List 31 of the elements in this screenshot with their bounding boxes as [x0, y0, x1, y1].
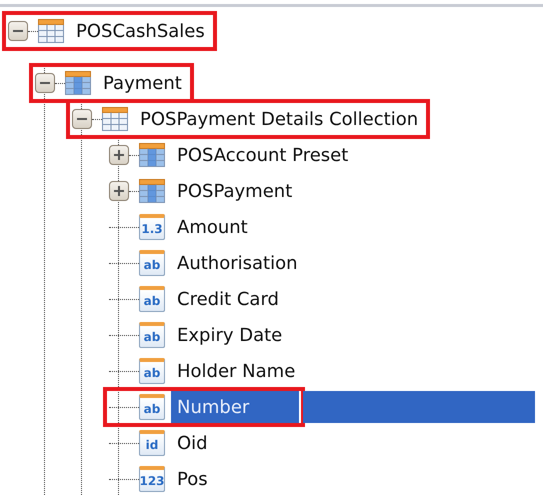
tree-item[interactable]: Expiry Date — [171, 318, 288, 352]
type-glyph: 123 — [139, 474, 165, 486]
tree-item[interactable]: Credit Card — [171, 282, 285, 316]
type-glyph: ab — [144, 258, 160, 270]
type-glyph: ab — [144, 330, 160, 342]
tree-item[interactable]: Number — [171, 390, 300, 424]
tree-item[interactable]: Pos — [171, 462, 214, 495]
type-glyph: ab — [144, 294, 160, 306]
table-icon — [65, 71, 91, 95]
tree-item[interactable]: Amount — [171, 210, 254, 244]
collapse-toggle[interactable] — [72, 109, 92, 129]
table-icon — [139, 143, 165, 167]
tree-item[interactable]: POSCashSales — [70, 14, 211, 48]
tree-item[interactable]: Payment — [97, 66, 188, 100]
type-glyph: 1.3 — [141, 222, 163, 234]
tree-item[interactable]: Oid — [171, 426, 214, 460]
expand-toggle[interactable] — [109, 145, 129, 165]
tree-item[interactable]: POSPayment — [171, 174, 298, 208]
table-icon — [139, 179, 165, 203]
type-glyph: ab — [144, 402, 160, 414]
tree-item[interactable]: POSAccount Preset — [171, 138, 354, 172]
table-icon — [102, 107, 128, 131]
table-icon — [38, 19, 64, 43]
collapse-toggle[interactable] — [35, 73, 55, 93]
tree-item[interactable]: Holder Name — [171, 354, 302, 388]
expand-toggle[interactable] — [109, 181, 129, 201]
collapse-toggle[interactable] — [8, 21, 28, 41]
type-glyph: ab — [144, 366, 160, 378]
type-glyph: id — [146, 438, 158, 450]
tree-item[interactable]: Authorisation — [171, 246, 304, 280]
tree-item[interactable]: POSPayment Details Collection — [134, 102, 424, 136]
